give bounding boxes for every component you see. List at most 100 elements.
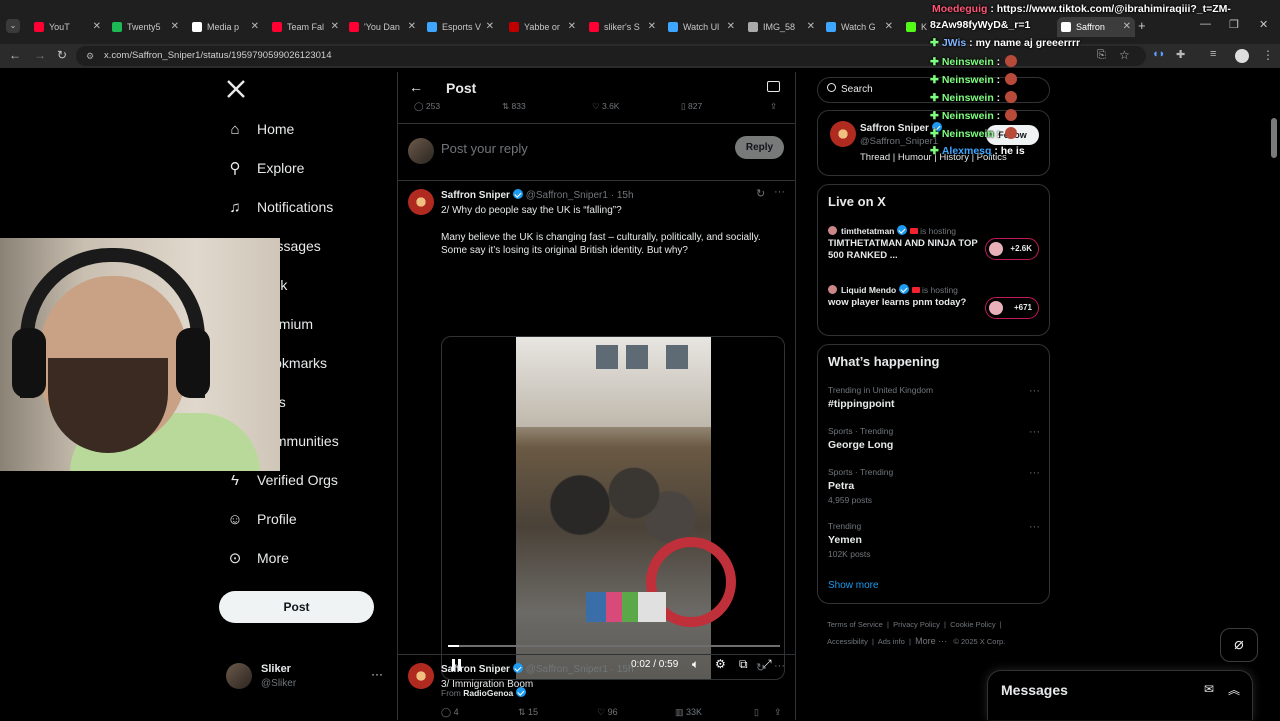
ads-link[interactable]: Ads info <box>878 637 905 646</box>
tweet-author-handle[interactable]: @Saffron_Sniper1 <box>526 190 608 201</box>
tab-close-icon[interactable]: ✕ <box>171 21 179 32</box>
reload-button[interactable]: ↻ <box>57 48 67 62</box>
install-app-icon[interactable]: ⎘ <box>1097 49 1106 62</box>
tab-close-icon[interactable]: ✕ <box>648 21 656 32</box>
tab-close-icon[interactable]: ✕ <box>885 21 893 32</box>
grok-icon[interactable]: ↻ <box>756 187 765 200</box>
x-logo[interactable] <box>226 79 246 101</box>
show-more-link[interactable]: Show more <box>828 580 879 591</box>
nav-item-profile[interactable]: ☺ Profile <box>226 504 296 534</box>
top-like-stat[interactable]: ♡ 3.6K <box>592 101 619 112</box>
terms-link[interactable]: Terms of Service <box>827 620 883 629</box>
account-more-icon[interactable]: ··· <box>371 667 383 681</box>
tab-close-icon[interactable]: ✕ <box>486 21 494 32</box>
new-message-icon[interactable]: ✉ <box>1204 682 1214 696</box>
browser-tab[interactable]: Watch G ✕ <box>822 17 897 37</box>
trend-item[interactable]: Trending in United Kingdom #tippingpoint ·… <box>828 385 1040 410</box>
live-item[interactable]: timthetatman is hosting TIMTHETATMAN AND … <box>828 225 1040 271</box>
browser-tab[interactable]: IMG_58 ✕ <box>744 17 819 37</box>
profile-avatar-icon[interactable] <box>1235 49 1249 63</box>
page-scrollbar[interactable] <box>1271 118 1277 158</box>
browser-tab[interactable]: Yabbe or ✕ <box>505 17 580 37</box>
top-reply-stat[interactable]: ◯ 253 <box>414 101 440 112</box>
accessibility-link[interactable]: Accessibility <box>827 637 868 646</box>
tweet-avatar[interactable] <box>408 663 434 689</box>
profile-avatar[interactable] <box>830 121 856 147</box>
tweet-more-icon[interactable]: ··· <box>774 660 785 672</box>
trend-more-icon[interactable]: ··· <box>1029 385 1040 397</box>
back-button[interactable]: ← <box>9 48 21 62</box>
tab-search-button[interactable]: ⌄ <box>6 19 20 33</box>
top-repost-stat[interactable]: ⇅ 833 <box>502 101 526 112</box>
live-item[interactable]: Liquid Mendo is hosting wow player learns… <box>828 284 1040 330</box>
tab-close-icon[interactable]: ✕ <box>807 21 815 32</box>
listener-count-pill[interactable]: +2.6K <box>985 238 1039 260</box>
browser-tab[interactable]: Saffron ✕ <box>1057 17 1135 37</box>
tab-close-icon[interactable]: ✕ <box>727 21 735 32</box>
cookie-link[interactable]: Cookie Policy <box>950 620 995 629</box>
new-tab-button[interactable]: + <box>1138 18 1146 33</box>
tab-close-icon[interactable]: ✕ <box>408 21 416 32</box>
top-share-icon[interactable]: ⇪ <box>770 101 777 112</box>
top-bookmark-stat[interactable]: ▯ 827 <box>681 101 702 112</box>
grok-icon[interactable]: ↻ <box>756 661 765 674</box>
tweet-author-name[interactable]: Saffron Sniper <box>441 664 510 675</box>
reader-view-icon[interactable] <box>767 81 780 92</box>
tweet-avatar[interactable] <box>408 189 434 215</box>
trend-item[interactable]: Sports · Trending George Long ··· <box>828 426 1040 451</box>
browser-tab[interactable]: Esports V ✕ <box>423 17 498 37</box>
minimize-button[interactable]: — <box>1200 18 1211 30</box>
browser-tab[interactable]: Media p ✕ <box>188 17 263 37</box>
grok-float-button[interactable]: ⌀ <box>1220 628 1258 662</box>
video-player[interactable]: 0:02 / 0:59 🔈︎ ⚙ ⧉ ⤢ <box>441 336 785 680</box>
privacy-link[interactable]: Privacy Policy <box>893 620 940 629</box>
trend-item[interactable]: Sports · Trending Petra 4,959 posts ··· <box>828 467 1040 505</box>
nav-item-explore[interactable]: ⚲ Explore <box>226 153 305 183</box>
post-button[interactable]: Post <box>219 591 374 623</box>
trend-more-icon[interactable]: ··· <box>1029 521 1040 533</box>
tab-close-icon[interactable]: ✕ <box>568 21 576 32</box>
browser-tab[interactable]: Twenty5 ✕ <box>108 17 183 37</box>
browser-tab[interactable]: Watch Ul ✕ <box>664 17 739 37</box>
extensions-puzzle-icon[interactable]: ✚ <box>1176 48 1185 61</box>
extension-icon[interactable]: ◖◗ <box>1152 48 1165 60</box>
reply-input[interactable]: Post your reply <box>441 141 721 156</box>
tab-close-icon[interactable]: ✕ <box>251 21 259 32</box>
tab-close-icon[interactable]: ✕ <box>331 21 339 32</box>
trend-more-icon[interactable]: ··· <box>1029 467 1040 479</box>
tweet-item[interactable]: Saffron Sniper @Saffron_Sniper1 · 15h ↻ … <box>398 655 795 720</box>
close-window-button[interactable]: ✕ <box>1259 18 1268 31</box>
tweet-time[interactable]: · 15h <box>611 190 634 201</box>
browser-tab[interactable]: Team Fal ✕ <box>268 17 343 37</box>
expand-chevron-icon[interactable]: ︽ <box>1228 681 1240 698</box>
site-info-icon[interactable]: ⚙ <box>86 46 94 66</box>
tweet-more-icon[interactable]: ··· <box>774 186 785 198</box>
browser-tab[interactable]: 'You Dan ✕ <box>345 17 420 37</box>
nav-item-notifications[interactable]: ♫ Notifications <box>226 192 333 222</box>
bookmark-star-icon[interactable]: ☆ <box>1119 48 1130 62</box>
tweet-time[interactable]: · 15h <box>611 664 634 675</box>
tweet-author-name[interactable]: Saffron Sniper <box>441 190 510 201</box>
tweet-author-handle[interactable]: @Saffron_Sniper1 <box>526 664 608 675</box>
trend-item[interactable]: Trending Yemen 102K posts ··· <box>828 521 1040 559</box>
profile-handle[interactable]: @Saffron_Sniper1 <box>860 136 938 147</box>
browser-tab[interactable]: sliker's S ✕ <box>585 17 660 37</box>
tab-close-icon[interactable]: ✕ <box>93 21 101 32</box>
back-arrow-icon[interactable]: ← <box>409 79 423 95</box>
tweet-item[interactable]: Saffron Sniper @Saffron_Sniper1 · 15h ↻ … <box>398 181 795 717</box>
listener-count-pill[interactable]: +671 <box>985 297 1039 319</box>
browser-tab[interactable]: YouT ✕ <box>30 17 105 37</box>
forward-button[interactable]: → <box>34 48 46 62</box>
account-switcher[interactable]: Sliker @Sliker ··· <box>226 661 386 693</box>
tab-close-icon[interactable]: ✕ <box>1123 21 1131 32</box>
messages-drawer[interactable]: Messages ✉ ︽ <box>987 670 1253 720</box>
reply-button[interactable]: Reply <box>735 136 784 159</box>
nav-item-home[interactable]: ⌂ Home <box>226 114 294 144</box>
nav-item-more[interactable]: ⊙ More <box>226 543 289 573</box>
video-progress-track[interactable] <box>448 645 780 647</box>
search-input[interactable]: Search <box>841 84 873 95</box>
footer-more-link[interactable]: More ··· <box>915 636 947 646</box>
browser-menu-icon[interactable]: ⋮ <box>1262 48 1274 62</box>
media-control-icon[interactable]: ≡ <box>1210 48 1216 60</box>
trend-more-icon[interactable]: ··· <box>1029 426 1040 438</box>
